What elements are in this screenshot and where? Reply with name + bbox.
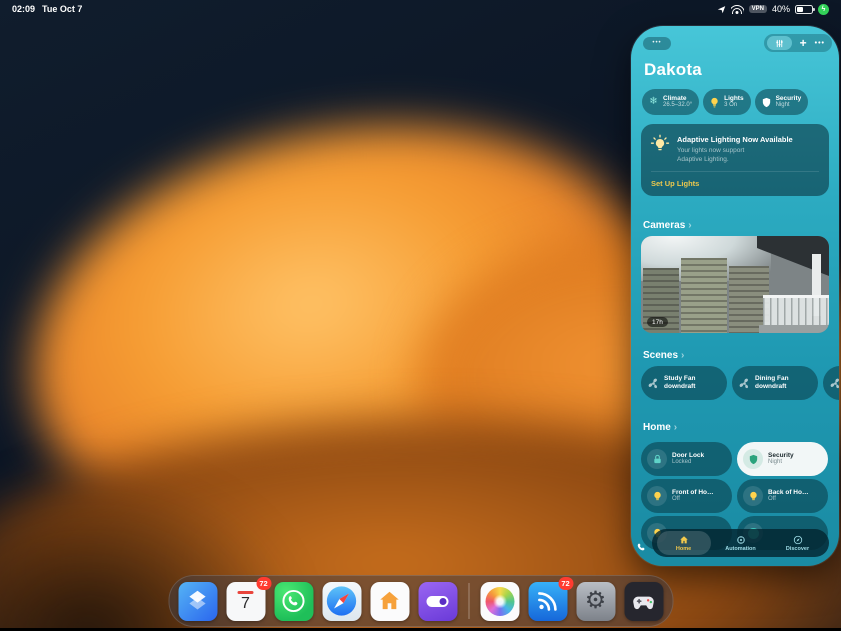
tab-discover[interactable]: Discover — [771, 531, 825, 555]
dock-app-whatsapp[interactable] — [274, 582, 313, 621]
dock-app-home[interactable] — [370, 582, 409, 621]
scene-partial[interactable] — [823, 366, 839, 400]
gear-icon: ⚙ — [585, 589, 607, 613]
pill-label: Lights — [724, 95, 744, 102]
pill-value: Night — [776, 102, 802, 109]
photos-pinwheel-icon — [485, 587, 514, 616]
shield-icon — [760, 96, 773, 109]
shield-icon — [743, 449, 763, 469]
accessory-tile-security[interactable]: Security Night — [737, 442, 828, 476]
phone-icon[interactable] — [636, 542, 647, 553]
fan-icon — [738, 377, 751, 390]
security-status-pill[interactable]: Security Night — [755, 89, 809, 115]
cameras-header[interactable]: Cameras › — [643, 220, 692, 231]
house-icon — [679, 535, 689, 545]
more-button[interactable]: ••• — [815, 40, 825, 47]
chevron-right-icon: › — [688, 220, 691, 231]
dock-app-safari[interactable] — [322, 582, 361, 621]
tab-bar: Home Automation Discover — [652, 529, 829, 557]
date: Tue Oct 7 — [42, 4, 82, 14]
camera-building — [681, 258, 727, 333]
accessory-tile-back-light[interactable]: Back of Ho… Off — [737, 479, 828, 513]
battery-icon — [795, 5, 813, 14]
status-bar: 02:09 Tue Oct 7 VPN 40% ϟ — [0, 0, 841, 18]
pill-value: 26.5–32.0° — [663, 102, 692, 109]
status-pills: ❄ Climate 26.5–32.0° Lights 3 On Securit… — [642, 89, 835, 115]
dock-app-shortcuts[interactable] — [178, 582, 217, 621]
accessory-tile-front-light[interactable]: Front of Ho… Off — [641, 479, 732, 513]
lock-icon — [647, 449, 667, 469]
scene-study-fan[interactable]: Study Fan downdraft — [641, 366, 727, 400]
camera-railing — [763, 295, 829, 325]
game-controller-icon — [631, 588, 657, 614]
notification-badge: 72 — [558, 577, 573, 590]
dock-separator — [468, 583, 469, 619]
lights-status-pill[interactable]: Lights 3 On — [703, 89, 751, 115]
whatsapp-icon — [281, 588, 307, 614]
home-section-header[interactable]: Home › — [643, 422, 677, 433]
home-name-title: Dakota — [644, 60, 702, 80]
chevron-right-icon: › — [674, 422, 677, 433]
pill-label: Security — [776, 95, 802, 102]
toolbar-capsule: + ••• — [764, 34, 832, 52]
fan-icon — [647, 377, 660, 390]
calendar-weekday-bar — [238, 591, 254, 594]
calendar-day: 7 — [241, 596, 250, 612]
climate-status-pill[interactable]: ❄ Climate 26.5–32.0° — [642, 89, 699, 115]
wifi-icon — [731, 4, 744, 14]
dock-app-calendar[interactable]: 72 7 — [226, 582, 265, 621]
banner-subtitle: Your lights now support Adaptive Lightin… — [677, 147, 821, 165]
dock-app-photos[interactable] — [480, 582, 519, 621]
home-controls-icon[interactable] — [767, 36, 792, 50]
scenes-row: Study Fan downdraft Dining Fan downdraft — [641, 366, 839, 400]
accessory-tile-door-lock[interactable]: Door Lock Locked — [641, 442, 732, 476]
adaptive-lighting-banner: Adaptive Lighting Now Available Your lig… — [641, 124, 829, 196]
adaptive-bulb-icon — [650, 134, 670, 154]
add-button[interactable]: + — [800, 37, 807, 49]
safari-compass-icon — [326, 585, 358, 617]
shortcuts-icon — [185, 588, 211, 614]
tab-home[interactable]: Home — [657, 531, 711, 555]
camera-age-badge: 17h — [647, 317, 668, 327]
dock-app-settings[interactable]: ⚙ — [576, 582, 615, 621]
banner-title: Adaptive Lighting Now Available — [677, 135, 823, 144]
dock-app-news[interactable]: 72 — [528, 582, 567, 621]
toggle-icon — [427, 596, 449, 607]
home-app-window: ••• + ••• Dakota ❄ Climate 26.5–32.0° — [631, 26, 839, 566]
dock-app-toggle[interactable] — [418, 582, 457, 621]
window-controls: ••• + ••• — [643, 34, 832, 52]
clock: 02:09 — [12, 4, 35, 14]
dock: 72 7 72 ⚙ — [168, 575, 673, 627]
lightbulb-icon — [743, 486, 763, 506]
lightbulb-icon — [647, 486, 667, 506]
pill-label: Climate — [663, 95, 692, 102]
lightbulb-icon — [708, 96, 721, 109]
notification-badge: 72 — [256, 577, 271, 590]
compass-icon — [793, 535, 803, 545]
camera-snapshot[interactable]: 17h — [641, 236, 829, 333]
snowflake-icon: ❄ — [647, 96, 660, 109]
house-icon — [377, 588, 403, 614]
fan-icon — [829, 377, 839, 390]
automation-icon — [736, 535, 746, 545]
slideover-grabber[interactable]: ••• — [643, 37, 671, 50]
vpn-badge: VPN — [749, 5, 767, 13]
dock-app-games[interactable] — [624, 582, 663, 621]
set-up-lights-link[interactable]: Set Up Lights — [651, 179, 699, 188]
signal-arcs-icon — [535, 588, 561, 614]
tab-automation[interactable]: Automation — [714, 531, 768, 555]
pill-value: 3 On — [724, 102, 744, 109]
charging-icon: ϟ — [818, 4, 829, 15]
location-icon — [717, 5, 726, 14]
scenes-header[interactable]: Scenes › — [643, 350, 684, 361]
camera-floor — [759, 325, 829, 333]
battery-percent: 40% — [772, 4, 790, 14]
scene-dining-fan[interactable]: Dining Fan downdraft — [732, 366, 818, 400]
chevron-right-icon: › — [681, 350, 684, 361]
banner-divider — [651, 171, 819, 172]
